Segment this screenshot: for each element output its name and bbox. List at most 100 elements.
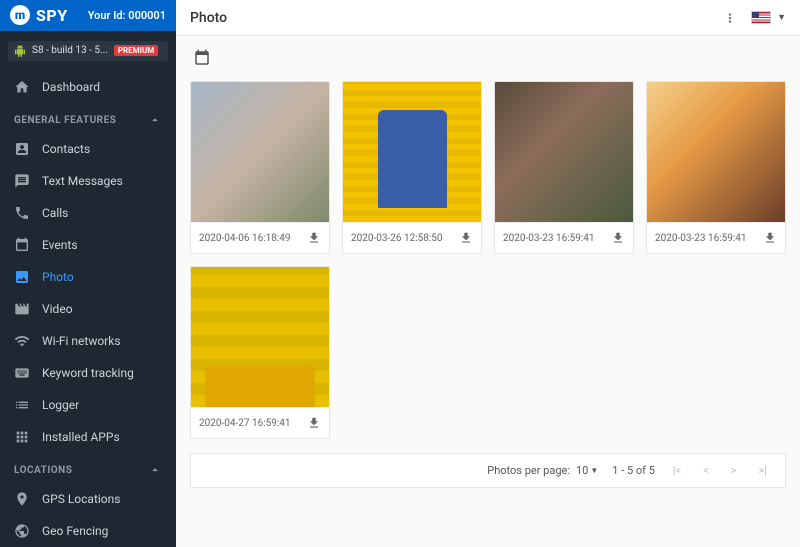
page-range: 1 - 5 of 5 <box>612 464 655 477</box>
main-content: Photo ▼ 2020-04-06 16:18:49 <box>176 0 800 547</box>
premium-badge: PREMIUM <box>114 45 158 56</box>
contacts-icon <box>14 141 30 157</box>
photo-thumbnail <box>495 82 633 222</box>
prev-page-button[interactable]: < <box>699 464 713 477</box>
sidebar-item-logger[interactable]: Logger <box>0 389 176 421</box>
list-icon <box>14 397 30 413</box>
sidebar-item-calls[interactable]: Calls <box>0 197 176 229</box>
next-page-button[interactable]: > <box>727 464 741 477</box>
device-selector[interactable]: S8 - build 13 - 5... PREMIUM <box>8 41 168 61</box>
sidebar-item-label: Calls <box>42 206 68 220</box>
per-page-label: Photos per page: <box>487 464 570 477</box>
per-page-value: 10 <box>576 464 588 477</box>
photo-timestamp: 2020-04-27 16:59:41 <box>199 418 291 429</box>
sidebar-item-gps[interactable]: GPS Locations <box>0 483 176 515</box>
photo-thumbnail <box>191 82 329 222</box>
logo[interactable]: m SPY <box>10 5 68 25</box>
sidebar-item-events[interactable]: Events <box>0 229 176 261</box>
top-actions: ▼ <box>723 11 786 25</box>
sidebar-item-wifi[interactable]: Wi-Fi networks <box>0 325 176 357</box>
photo-timestamp: 2020-04-06 16:18:49 <box>199 233 291 244</box>
sidebar-item-label: Geo Fencing <box>42 524 108 538</box>
section-label: LOCATIONS <box>14 465 72 476</box>
download-icon[interactable] <box>611 231 625 245</box>
download-icon[interactable] <box>307 231 321 245</box>
language-selector[interactable]: ▼ <box>751 11 786 24</box>
topbar: Photo ▼ <box>176 0 800 36</box>
sidebar-item-video[interactable]: Video <box>0 293 176 325</box>
photo-meta: 2020-03-23 16:59:41 <box>647 222 785 253</box>
last-page-button[interactable]: >| <box>755 464 771 477</box>
chevron-up-icon <box>148 113 162 127</box>
chevron-down-icon: ▼ <box>590 466 598 475</box>
photo-thumbnail <box>343 82 481 222</box>
photo-icon <box>14 269 30 285</box>
device-name: S8 - build 13 - 5... <box>32 45 108 56</box>
logo-icon: m <box>10 5 30 25</box>
sidebar-item-dashboard[interactable]: Dashboard <box>0 71 176 103</box>
user-id-label: Your Id: 000001 <box>88 9 166 22</box>
pagination-bar: Photos per page: 10 ▼ 1 - 5 of 5 |< < > … <box>190 453 786 488</box>
sidebar-section-locations[interactable]: LOCATIONS <box>0 453 176 483</box>
chevron-down-icon: ▼ <box>777 12 786 23</box>
globe-icon <box>14 523 30 539</box>
sidebar-item-contacts[interactable]: Contacts <box>0 133 176 165</box>
sidebar-item-label: Contacts <box>42 142 90 156</box>
home-icon <box>14 79 30 95</box>
photo-meta: 2020-04-27 16:59:41 <box>191 407 329 438</box>
download-icon[interactable] <box>763 231 777 245</box>
sidebar-header: m SPY Your Id: 000001 <box>0 0 176 31</box>
message-icon <box>14 173 30 189</box>
section-label: GENERAL FEATURES <box>14 115 116 126</box>
wifi-icon <box>14 333 30 349</box>
photo-meta: 2020-03-23 16:59:41 <box>495 222 633 253</box>
sidebar-item-text-messages[interactable]: Text Messages <box>0 165 176 197</box>
photo-thumbnail <box>647 82 785 222</box>
sidebar-item-apps[interactable]: Installed APPs <box>0 421 176 453</box>
sidebar-item-geo[interactable]: Geo Fencing <box>0 515 176 547</box>
sidebar-item-label: Dashboard <box>42 80 100 94</box>
per-page-select[interactable]: 10 ▼ <box>576 464 598 477</box>
photo-timestamp: 2020-03-23 16:59:41 <box>655 233 747 244</box>
sidebar-item-label: Keyword tracking <box>42 366 134 380</box>
photo-meta: 2020-03-26 12:58:50 <box>343 222 481 253</box>
download-icon[interactable] <box>459 231 473 245</box>
photo-card[interactable]: 2020-03-23 16:59:41 <box>646 81 786 254</box>
first-page-button[interactable]: |< <box>669 464 685 477</box>
apps-icon <box>14 429 30 445</box>
sidebar-item-label: Logger <box>42 398 79 412</box>
calendar-icon <box>14 237 30 253</box>
us-flag-icon <box>751 11 771 24</box>
sidebar-item-label: Video <box>42 302 73 316</box>
photo-card[interactable]: 2020-04-27 16:59:41 <box>190 266 330 439</box>
toolbar <box>176 36 800 81</box>
sidebar-item-keyword[interactable]: Keyword tracking <box>0 357 176 389</box>
page-title: Photo <box>190 10 227 26</box>
brand-text: SPY <box>36 6 68 25</box>
photo-card[interactable]: 2020-04-06 16:18:49 <box>190 81 330 254</box>
sidebar-section-general[interactable]: GENERAL FEATURES <box>0 103 176 133</box>
keyboard-icon <box>14 365 30 381</box>
chevron-up-icon <box>148 463 162 477</box>
sidebar-item-label: Events <box>42 238 78 252</box>
sidebar-item-label: GPS Locations <box>42 492 120 506</box>
photo-card[interactable]: 2020-03-26 12:58:50 <box>342 81 482 254</box>
location-icon <box>14 491 30 507</box>
photo-grid: 2020-04-06 16:18:49 2020-03-26 12:58:50 … <box>176 81 800 453</box>
photo-thumbnail <box>191 267 329 407</box>
sidebar-item-label: Photo <box>42 270 74 284</box>
video-icon <box>14 301 30 317</box>
photo-meta: 2020-04-06 16:18:49 <box>191 222 329 253</box>
sidebar: m SPY Your Id: 000001 S8 - build 13 - 5.… <box>0 0 176 547</box>
more-icon[interactable] <box>723 11 737 25</box>
photo-timestamp: 2020-03-26 12:58:50 <box>351 233 443 244</box>
sidebar-item-label: Text Messages <box>42 174 123 188</box>
sidebar-item-photo[interactable]: Photo <box>0 261 176 293</box>
photo-card[interactable]: 2020-03-23 16:59:41 <box>494 81 634 254</box>
date-filter-button[interactable] <box>190 46 214 70</box>
per-page-control: Photos per page: 10 ▼ <box>487 464 598 477</box>
download-icon[interactable] <box>307 416 321 430</box>
phone-icon <box>14 205 30 221</box>
android-icon <box>14 45 26 57</box>
sidebar-item-label: Installed APPs <box>42 430 120 444</box>
